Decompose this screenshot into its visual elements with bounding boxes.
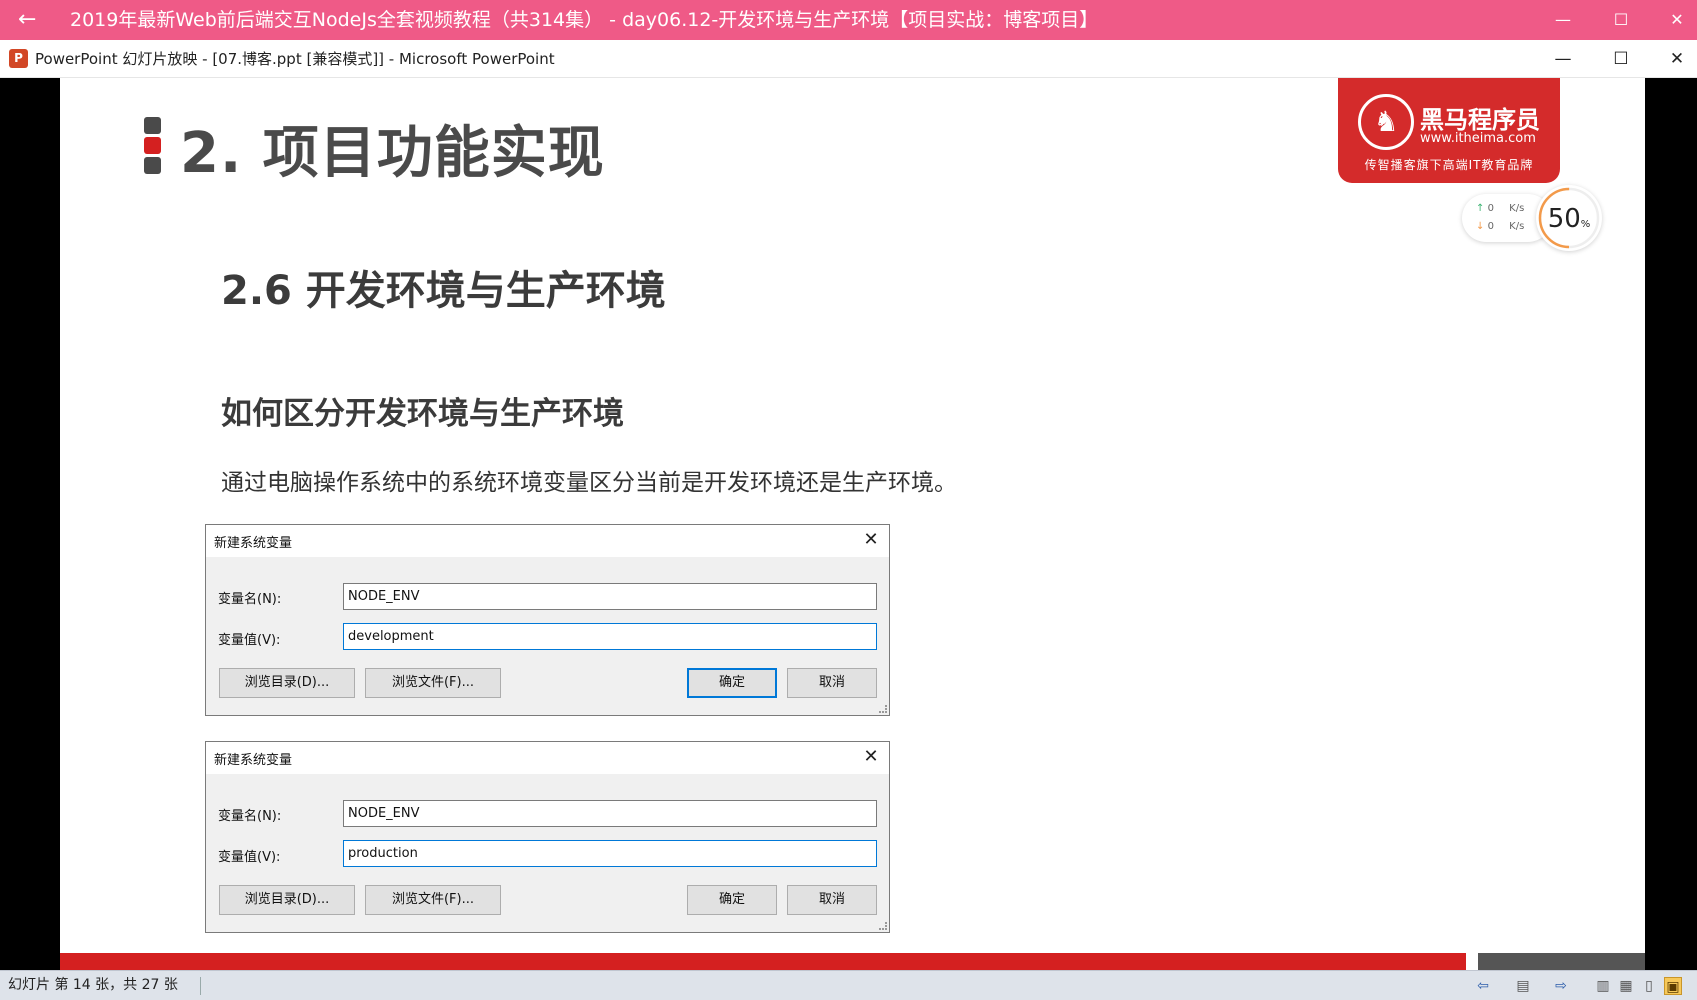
- video-title: 2019年最新Web前后端交互NodeJs全套视频教程（共314集） - day…: [70, 9, 1099, 31]
- close-icon[interactable]: ✕: [1649, 0, 1697, 40]
- upload-arrow-icon: ↑: [1476, 203, 1485, 214]
- usage-ring: 50%: [1536, 185, 1602, 251]
- minimize-icon[interactable]: —: [1535, 40, 1591, 78]
- resize-grip-icon[interactable]: [879, 922, 887, 930]
- maximize-icon[interactable]: ☐: [1593, 0, 1649, 40]
- section-title: 2.6 开发环境与生产环境: [221, 268, 666, 314]
- upload-speed: ↑ 0 K/s: [1476, 203, 1524, 214]
- close-icon[interactable]: ✕: [859, 528, 883, 552]
- browse-directory-button[interactable]: 浏览目录(D)...: [219, 885, 355, 915]
- download-unit: K/s: [1509, 221, 1525, 232]
- browse-directory-button[interactable]: 浏览目录(D)...: [219, 668, 355, 698]
- title-bullet-square: [144, 157, 161, 174]
- title-bullet-square: [144, 137, 161, 154]
- variable-value-label: 变量值(V):: [218, 850, 281, 865]
- slide-title: 2. 项目功能实现: [180, 121, 605, 186]
- variable-name-label: 变量名(N):: [218, 809, 282, 824]
- title-bullet-square: [144, 117, 161, 134]
- network-speed-widget[interactable]: ↑ 0 K/s ↓ 0 K/s 50%: [1462, 185, 1602, 255]
- slide[interactable]: 2. 项目功能实现 ♞ 黑马程序员 www.itheima.com 传智播客旗下…: [60, 78, 1645, 970]
- upload-value: 0: [1487, 203, 1494, 214]
- powerpoint-title-bar: P PowerPoint 幻灯片放映 - [07.博客.ppt [兼容模式]] …: [0, 40, 1697, 78]
- browse-file-button[interactable]: 浏览文件(F)...: [365, 668, 501, 698]
- cancel-button[interactable]: 取消: [787, 885, 877, 915]
- close-icon[interactable]: ✕: [859, 745, 883, 769]
- ok-button[interactable]: 确定: [687, 668, 777, 698]
- dialog-title-bar: 新建系统变量 ✕: [206, 742, 889, 774]
- variable-value-input[interactable]: production: [343, 840, 877, 867]
- variable-value-label: 变量值(V):: [218, 633, 281, 648]
- slide-sorter-view-icon[interactable]: ▦: [1617, 977, 1635, 995]
- usage-percent: 50%: [1547, 204, 1591, 234]
- previous-slide-icon[interactable]: ⇦: [1474, 977, 1492, 995]
- variable-value-input[interactable]: development: [343, 623, 877, 650]
- powerpoint-app-icon: P: [9, 49, 28, 68]
- slide-description: 通过电脑操作系统中的系统环境变量区分当前是开发环境还是生产环境。: [221, 470, 957, 496]
- dialog-title: 新建系统变量: [214, 753, 293, 768]
- upload-unit: K/s: [1509, 203, 1525, 214]
- download-value: 0: [1487, 221, 1494, 232]
- dialog-title: 新建系统变量: [214, 536, 293, 551]
- browse-file-button[interactable]: 浏览文件(F)...: [365, 885, 501, 915]
- new-system-variable-dialog: 新建系统变量 ✕ 变量名(N): NODE_ENV 变量值(V): produc…: [205, 741, 890, 933]
- next-slide-icon[interactable]: ⇨: [1552, 977, 1570, 995]
- logo-slogan: 传智播客旗下高端IT教育品牌: [1364, 158, 1534, 172]
- dialog-title-bar: 新建系统变量 ✕: [206, 525, 889, 557]
- slideshow-menu-icon[interactable]: ▤: [1514, 977, 1532, 995]
- player-title-bar: ← 2019年最新Web前后端交互NodeJs全套视频教程（共314集） - d…: [0, 0, 1697, 40]
- slide-footer-red-bar: [60, 953, 1466, 970]
- powerpoint-window-title: PowerPoint 幻灯片放映 - [07.博客.ppt [兼容模式]] - …: [35, 50, 555, 68]
- normal-view-icon[interactable]: ▥: [1594, 977, 1612, 995]
- variable-name-input[interactable]: NODE_ENV: [343, 800, 877, 827]
- ok-button[interactable]: 确定: [687, 885, 777, 915]
- resize-grip-icon[interactable]: [879, 705, 887, 713]
- download-speed: ↓ 0 K/s: [1476, 221, 1524, 232]
- status-bar: 幻灯片 第 14 张，共 27 张 ⇦ ▤ ⇨ ▥ ▦ ▯ ▣: [0, 970, 1697, 1000]
- maximize-icon[interactable]: ☐: [1593, 40, 1649, 78]
- itheima-logo: ♞ 黑马程序员 www.itheima.com 传智播客旗下高端IT教育品牌: [1338, 78, 1560, 183]
- horse-icon: ♞: [1358, 94, 1414, 150]
- slide-counter: 幻灯片 第 14 张，共 27 张: [8, 977, 178, 993]
- logo-url: www.itheima.com: [1420, 131, 1536, 146]
- minimize-icon[interactable]: —: [1535, 0, 1591, 40]
- reading-view-icon[interactable]: ▯: [1640, 977, 1658, 995]
- slide-footer-dark-bar: [1478, 953, 1645, 970]
- variable-name-label: 变量名(N):: [218, 592, 282, 607]
- new-system-variable-dialog: 新建系统变量 ✕ 变量名(N): NODE_ENV 变量值(V): develo…: [205, 524, 890, 716]
- cancel-button[interactable]: 取消: [787, 668, 877, 698]
- download-arrow-icon: ↓: [1476, 221, 1485, 232]
- status-separator: [200, 977, 201, 995]
- close-icon[interactable]: ✕: [1649, 40, 1697, 78]
- back-arrow-icon[interactable]: ←: [18, 6, 42, 34]
- sub-heading: 如何区分开发环境与生产环境: [221, 396, 624, 432]
- variable-name-input[interactable]: NODE_ENV: [343, 583, 877, 610]
- slideshow-view-icon[interactable]: ▣: [1664, 977, 1682, 995]
- logo-name: 黑马程序员: [1420, 106, 1540, 134]
